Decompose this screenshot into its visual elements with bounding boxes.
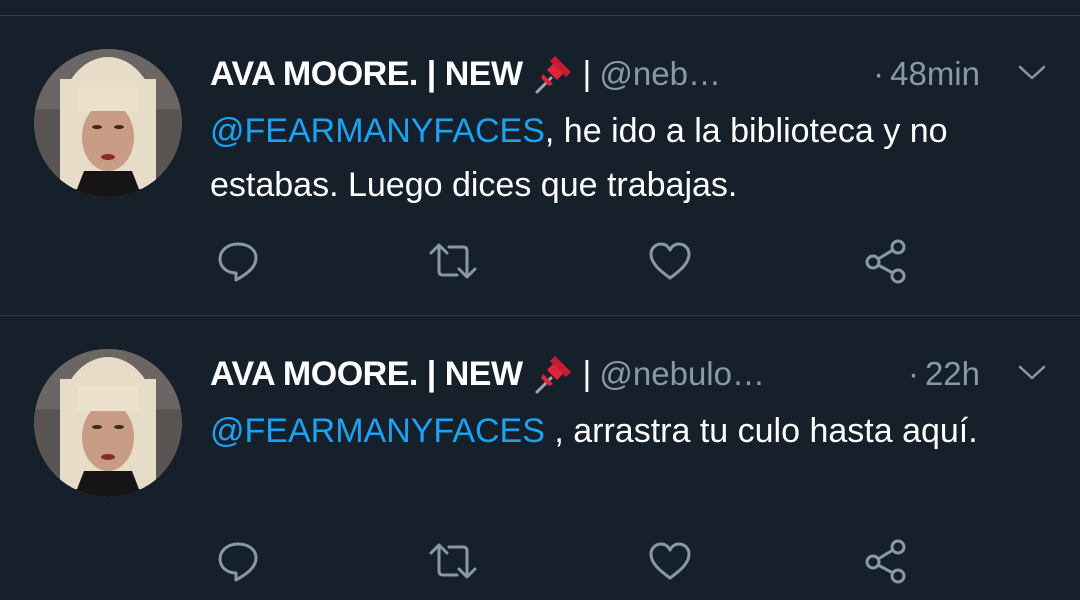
author-handle[interactable]: @neb… [599, 55, 721, 93]
separator: | [582, 354, 592, 393]
share-button[interactable] [860, 536, 912, 586]
chevron-down-icon[interactable] [1014, 58, 1050, 88]
tweet-header: AVA MOORE. | NEW | @neb… · 48min [210, 52, 1050, 96]
separator: | [582, 54, 592, 93]
tweet-text: @FEARMANYFACES , arrastra tu culo hasta … [210, 404, 1050, 458]
tweet[interactable]: AVA MOORE. | NEW | @neb… · 48min @FEARMAN… [0, 0, 1080, 300]
avatar[interactable] [34, 349, 182, 497]
reply-icon [218, 542, 258, 582]
tweet[interactable]: AVA MOORE. | NEW | @nebulo… · 22h @FEARMA… [0, 300, 1080, 600]
heart-icon [649, 542, 691, 580]
pushpin-icon [531, 352, 575, 396]
share-icon [865, 539, 906, 584]
retweet-icon [429, 243, 477, 279]
tweet-header: AVA MOORE. | NEW | @nebulo… · 22h [210, 352, 1050, 396]
tweet-text: @FEARMANYFACES, he ido a la biblioteca y… [210, 104, 1050, 212]
reply-button[interactable] [212, 236, 264, 286]
tweet-actions [210, 536, 930, 586]
heart-icon [649, 242, 691, 280]
chevron-down-icon[interactable] [1014, 358, 1050, 388]
pushpin-icon [531, 52, 575, 96]
share-icon [865, 239, 906, 284]
mention-link[interactable]: @FEARMANYFACES [210, 112, 545, 150]
author-handle[interactable]: @nebulo… [599, 355, 765, 393]
retweet-button[interactable] [427, 536, 479, 586]
author-name[interactable]: AVA MOORE. | NEW [210, 55, 523, 94]
tweet-time[interactable]: · 48min [873, 55, 980, 93]
author-name[interactable]: AVA MOORE. | NEW [210, 355, 523, 394]
time-value: 48min [890, 55, 980, 92]
share-button[interactable] [860, 236, 912, 286]
tweet-time[interactable]: · 22h [908, 355, 980, 393]
time-value: 22h [924, 355, 980, 392]
like-button[interactable] [644, 536, 696, 586]
mention-link[interactable]: @FEARMANYFACES [210, 412, 545, 450]
tweet-body: , arrastra tu culo hasta aquí. [544, 412, 978, 450]
retweet-icon [429, 543, 477, 579]
avatar[interactable] [34, 49, 182, 197]
tweet-actions [210, 236, 930, 286]
reply-button[interactable] [212, 536, 264, 586]
like-button[interactable] [644, 236, 696, 286]
reply-icon [218, 242, 258, 282]
retweet-button[interactable] [427, 236, 479, 286]
